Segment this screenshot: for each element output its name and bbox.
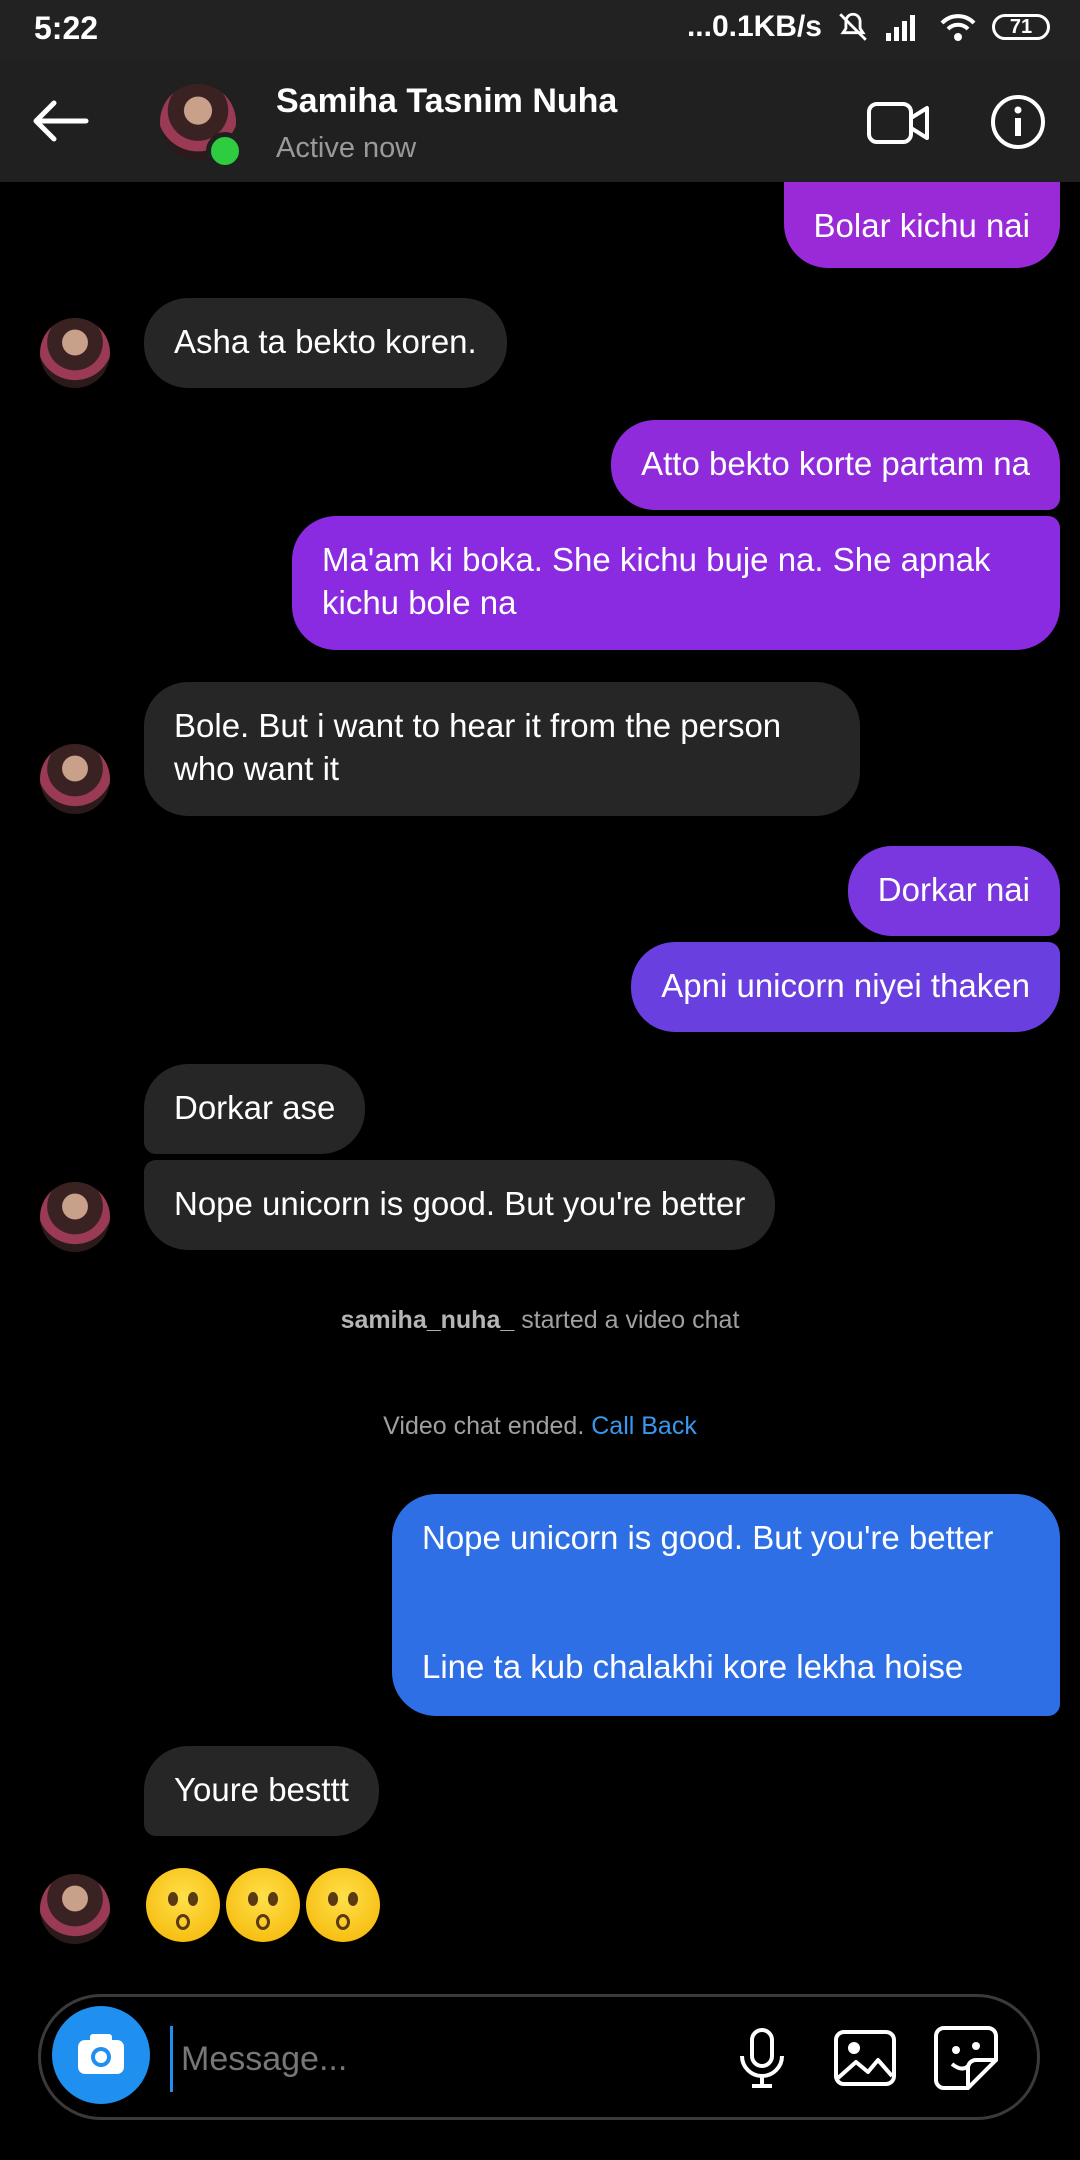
call-back-link[interactable]: Call Back <box>591 1412 697 1440</box>
message-text: Dorkar ase <box>174 1089 336 1126</box>
message-text: Apni unicorn niyei thaken <box>661 967 1030 1004</box>
wifi-icon <box>940 14 976 41</box>
chat-header: Samiha Tasnim Nuha Active now <box>0 60 1080 182</box>
status-time: 5:22 <box>34 10 99 46</box>
message-text: Nope unicorn is good. But you're better <box>422 1519 994 1556</box>
kissing-face-emoji[interactable] <box>146 1868 220 1942</box>
notice-username: samiha_nuha_ <box>340 1306 515 1334</box>
network-speed: ...0.1KB/s <box>686 10 822 43</box>
sender-avatar[interactable] <box>40 1874 110 1944</box>
message-input[interactable] <box>170 2026 703 2092</box>
status-bar: 5:22 ...0.1KB/s 71 <box>0 0 1080 60</box>
message-text: Youre besttt <box>174 1771 349 1808</box>
outgoing-message[interactable]: Dorkar nai <box>847 846 1060 936</box>
incoming-message[interactable]: Nope unicorn is good. But you're better <box>144 1160 776 1250</box>
incoming-message[interactable]: Youre besttt <box>144 1746 379 1836</box>
video-chat-started-notice: samiha_nuha_ started a video chat <box>0 1306 1080 1335</box>
notice-text: Video chat ended. <box>383 1412 585 1440</box>
online-indicator <box>206 132 244 170</box>
message-text: Atto bekto korte partam na <box>641 445 1030 482</box>
message-text: Line ta kub chalakhi kore lekha hoise <box>422 1648 964 1685</box>
message-text: Nope unicorn is good. But you're better <box>174 1185 746 1222</box>
message-text: Bolar kichu nai <box>813 207 1030 244</box>
signal-icon <box>886 15 915 41</box>
message-text: Dorkar nai <box>877 871 1030 908</box>
info-icon[interactable] <box>990 94 1046 150</box>
outgoing-message[interactable]: Nope unicorn is good. But you're better … <box>392 1494 1060 1716</box>
video-camera-icon[interactable] <box>866 98 930 148</box>
kissing-face-emoji[interactable] <box>306 1868 380 1942</box>
incoming-message[interactable]: Bole. But i want to hear it from the per… <box>144 682 860 816</box>
kissing-face-emoji[interactable] <box>226 1868 300 1942</box>
arrow-left-icon[interactable] <box>28 96 92 146</box>
notice-text: started a video chat <box>521 1306 740 1334</box>
video-chat-ended-notice: Video chat ended. Call Back <box>0 1412 1080 1441</box>
battery-indicator: 71 <box>992 14 1050 40</box>
outgoing-message[interactable]: Bolar kichu nai <box>783 182 1060 268</box>
battery-level: 71 <box>1009 15 1033 38</box>
microphone-icon[interactable] <box>732 2026 792 2090</box>
contact-status: Active now <box>276 132 417 164</box>
sticker-icon[interactable] <box>932 2024 1000 2092</box>
incoming-message[interactable]: Asha ta bekto koren. <box>144 298 507 388</box>
status-icons: ...0.1KB/s 71 <box>687 10 1050 44</box>
sender-avatar[interactable] <box>40 318 110 388</box>
message-text: Ma'am ki boka. She kichu buje na. She ap… <box>322 541 991 621</box>
outgoing-message[interactable]: Apni unicorn niyei thaken <box>631 942 1060 1032</box>
sender-avatar[interactable] <box>40 1182 110 1252</box>
image-icon[interactable] <box>832 2026 898 2090</box>
incoming-message[interactable]: Dorkar ase <box>144 1064 366 1154</box>
outgoing-message[interactable]: Ma'am ki boka. She kichu buje na. She ap… <box>292 516 1060 650</box>
camera-icon <box>78 2034 124 2074</box>
outgoing-message[interactable]: Atto bekto korte partam na <box>611 420 1060 510</box>
sender-avatar[interactable] <box>40 744 110 814</box>
message-text: Asha ta bekto koren. <box>174 323 477 360</box>
contact-name[interactable]: Samiha Tasnim Nuha <box>276 82 617 121</box>
message-text: Bole. But i want to hear it from the per… <box>174 707 782 787</box>
camera-button[interactable] <box>52 2006 150 2104</box>
mute-icon <box>839 12 867 41</box>
